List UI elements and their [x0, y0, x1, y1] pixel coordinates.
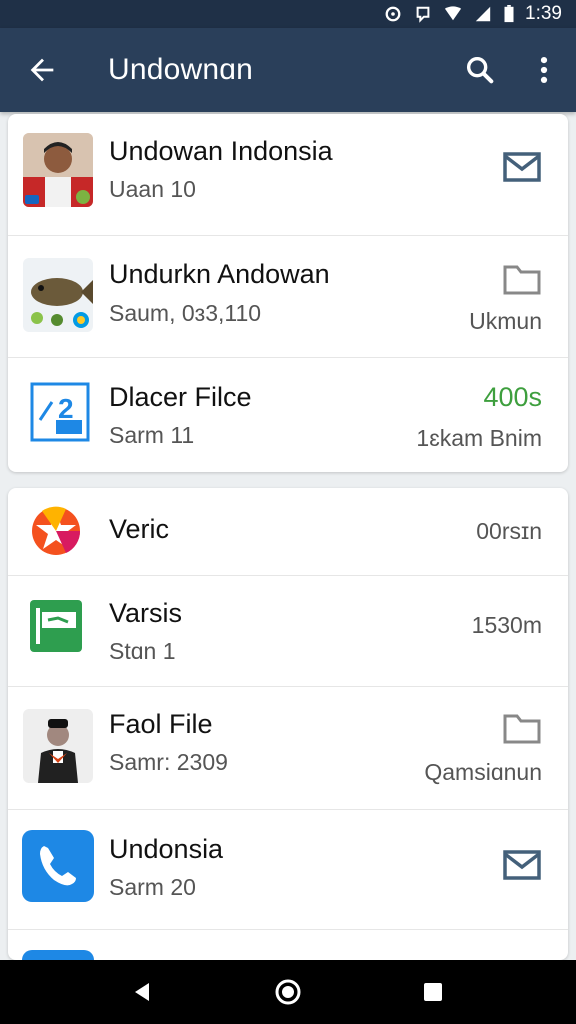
list-item[interactable]: Undonsia Sarm 20	[8, 810, 568, 930]
folder-icon[interactable]	[502, 262, 542, 296]
item-subtitle: Samr: 2309	[109, 749, 228, 775]
app-bar: Undownɑn	[0, 28, 576, 112]
square-recents-icon	[424, 983, 443, 1001]
battery-icon	[504, 5, 514, 23]
nav-recents-button[interactable]	[413, 972, 453, 1012]
phone-app-icon	[22, 830, 94, 902]
avatar	[23, 709, 93, 783]
more-vert-icon	[540, 56, 548, 84]
item-name: Undowan Indonsia	[109, 136, 333, 166]
triangle-back-icon	[134, 983, 149, 1001]
list-item[interactable]: 2 Dlacer Filce Sarm 11 400s 1ɛkam Bnim	[8, 358, 568, 472]
back-button[interactable]	[0, 28, 84, 112]
item-meta: Ukmun	[469, 308, 542, 334]
signal-icon	[475, 6, 491, 22]
item-name: Faol File	[109, 709, 213, 739]
list-item[interactable]: Veric 00rsɪn	[8, 488, 568, 576]
wifi-icon	[444, 6, 462, 21]
files-card: Veric 00rsɪn Varsis Stɑn 1 1530m Faol Fi…	[8, 488, 568, 960]
circle-home-icon	[275, 979, 301, 1005]
item-status: 400s	[483, 382, 542, 412]
item-name: Dlacer Filce	[109, 382, 252, 412]
item-subtitle: Uaan 10	[109, 176, 196, 202]
overflow-menu-button[interactable]	[512, 28, 576, 112]
nav-home-button[interactable]	[268, 972, 308, 1012]
status-bar: 1:39	[0, 0, 576, 28]
partial-app-icon	[22, 950, 94, 960]
item-subtitle: Sarm 20	[109, 874, 196, 900]
search-button[interactable]	[448, 28, 512, 112]
list-item[interactable]: Faol File Samr: 2309 Qamsiɑnun	[8, 687, 568, 810]
system-nav-bar	[0, 960, 576, 1024]
item-meta: 1530m	[471, 612, 542, 638]
item-subtitle: Sarm 11	[109, 422, 195, 448]
file-chart-icon: 2	[28, 380, 92, 444]
list-item[interactable]: Varsis Stɑn 1 1530m	[8, 576, 568, 687]
folder-icon[interactable]	[502, 711, 542, 745]
item-name: Undurkn Andowan	[109, 259, 330, 289]
search-icon	[466, 56, 494, 84]
notification-icon	[416, 6, 430, 23]
avatar	[23, 133, 93, 207]
item-meta: 1ɛkam Bnim	[416, 425, 542, 451]
fish-thumbnail-icon	[23, 258, 93, 332]
recent-files-card: Undowan Indonsia Uaan 10 Undurkn Andowan…	[8, 114, 568, 472]
nav-back-button[interactable]	[123, 972, 163, 1012]
list-item-partial[interactable]	[8, 930, 568, 960]
list-item[interactable]: Undowan Indonsia Uaan 10	[8, 114, 568, 236]
sheet-app-icon	[28, 598, 84, 654]
svg-text:2: 2	[58, 393, 74, 424]
item-name: Varsis	[109, 598, 183, 628]
item-name: Undonsia	[109, 834, 224, 864]
mail-icon[interactable]	[502, 848, 542, 882]
mail-icon[interactable]	[502, 150, 542, 184]
arrow-left-icon	[30, 58, 54, 82]
item-subtitle: Stɑn 1	[109, 638, 176, 664]
page-title: Undownɑn	[108, 53, 254, 86]
item-meta: Qamsiɑnun	[424, 759, 542, 785]
list-item[interactable]: Undurkn Andowan Saum, 0ɜ3,110 Ukmun	[8, 236, 568, 358]
item-subtitle: Saum, 0ɜ3,110	[109, 300, 262, 326]
item-name: Veric	[109, 514, 170, 544]
item-meta: 00rsɪn	[476, 518, 542, 544]
sync-icon	[385, 6, 401, 22]
star-app-icon	[26, 501, 86, 561]
status-time: 1:39	[525, 3, 562, 24]
